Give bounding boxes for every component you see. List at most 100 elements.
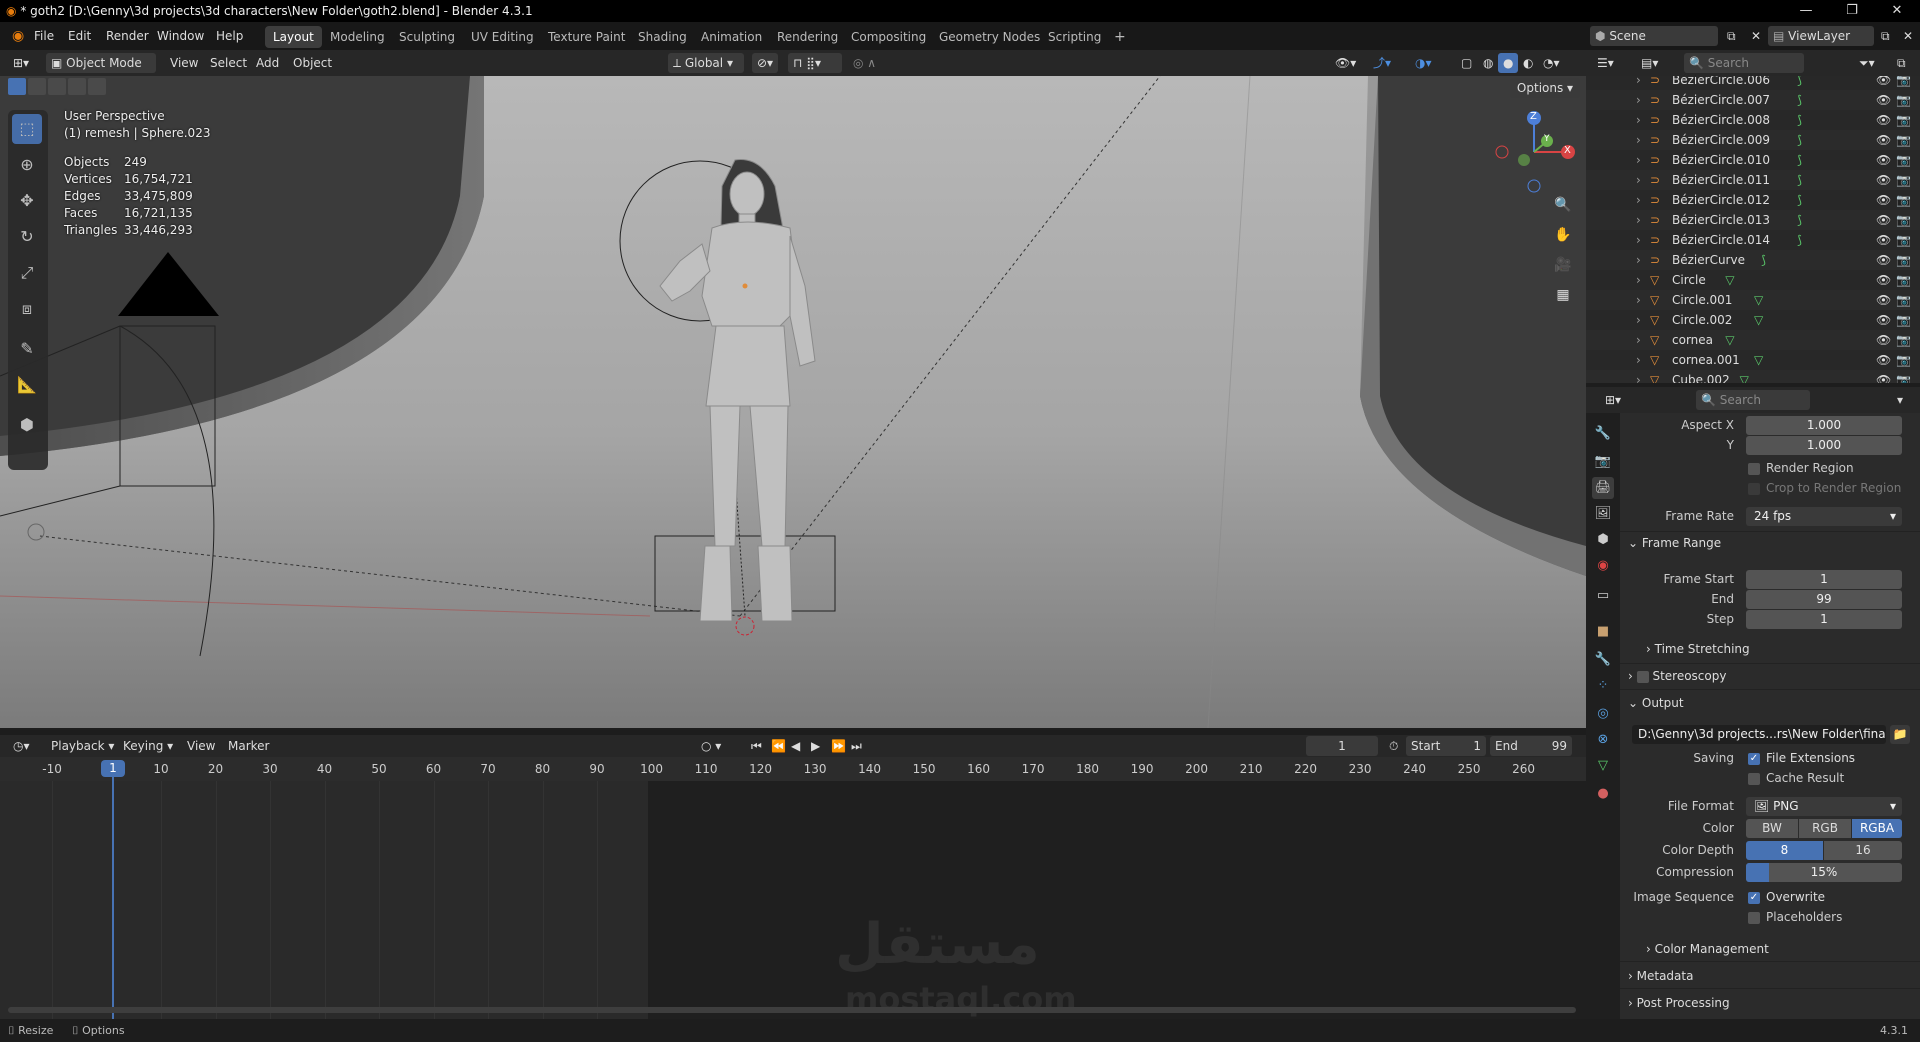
new-scene-icon[interactable]: ⧉: [1722, 26, 1741, 46]
placeholders-checkbox[interactable]: [1748, 912, 1760, 924]
metadata-header[interactable]: › Metadata: [1628, 969, 1693, 983]
outliner-row[interactable]: › ⊃ BézierCircle.008 ⟆ 👁 📷: [1586, 110, 1920, 130]
visibility-eye-icon[interactable]: 👁: [1876, 210, 1891, 230]
new-view-layer-icon[interactable]: ⧉: [1876, 26, 1895, 46]
visibility-eye-icon[interactable]: 👁: [1876, 310, 1891, 330]
color-depth-16-option[interactable]: 16: [1824, 841, 1902, 860]
jump-end-icon[interactable]: ⏭: [846, 736, 867, 756]
maximize-button[interactable]: ❐: [1829, 0, 1875, 22]
menu-playback[interactable]: Playback ▾: [46, 736, 119, 756]
outliner-row[interactable]: › ⊃ BézierCircle.010 ⟆ 👁 📷: [1586, 150, 1920, 170]
expand-chevron-icon[interactable]: ›: [1636, 90, 1641, 110]
tab-sculpting[interactable]: Sculpting: [391, 26, 463, 48]
delete-view-layer-icon[interactable]: ✕: [1898, 26, 1918, 46]
render-camera-icon[interactable]: 📷: [1896, 76, 1911, 90]
cache-result-checkbox[interactable]: [1748, 773, 1760, 785]
add-workspace-button[interactable]: +: [1106, 26, 1134, 48]
physics-tab-icon[interactable]: ◎: [1592, 703, 1614, 725]
visibility-eye-icon[interactable]: 👁: [1876, 250, 1891, 270]
outliner-item-name[interactable]: cornea.001: [1672, 350, 1740, 370]
render-camera-icon[interactable]: 📷: [1896, 130, 1911, 150]
outliner-row[interactable]: › ⊃ BézierCircle.006 ⟆ 👁 📷: [1586, 76, 1920, 90]
outliner-row[interactable]: › ⊃ BézierCircle.014 ⟆ 👁 📷: [1586, 230, 1920, 250]
render-camera-icon[interactable]: 📷: [1896, 370, 1911, 383]
compression-slider[interactable]: 15%: [1746, 863, 1902, 882]
frame-step-field[interactable]: 1: [1746, 610, 1902, 629]
time-stretching-header[interactable]: › Time Stretching: [1646, 642, 1750, 656]
render-region-checkbox[interactable]: [1748, 463, 1760, 475]
tab-layout[interactable]: Layout: [265, 26, 322, 48]
render-camera-icon[interactable]: 📷: [1896, 190, 1911, 210]
mesh-data-icon[interactable]: ▽: [1754, 350, 1763, 370]
visibility-eye-icon[interactable]: 👁: [1876, 110, 1891, 130]
visibility-eye-icon[interactable]: 👁: [1876, 130, 1891, 150]
render-tab-icon[interactable]: 📷: [1592, 451, 1614, 473]
properties-editor-type-icon[interactable]: ⊞▾: [1600, 390, 1626, 410]
render-camera-icon[interactable]: 📷: [1896, 270, 1911, 290]
outliner-row[interactable]: › ⊃ BézierCurve ⟆ 👁 📷: [1586, 250, 1920, 270]
frame-range-header[interactable]: ⌄ Frame Range: [1628, 536, 1721, 550]
measure-tool-icon[interactable]: 📐: [12, 370, 42, 400]
object-mode-dropdown[interactable]: ▣ Object Mode ▾: [46, 53, 156, 90]
close-button[interactable]: ✕: [1874, 0, 1920, 22]
render-camera-icon[interactable]: 📷: [1896, 290, 1911, 310]
world-tab-icon[interactable]: ◉: [1592, 555, 1614, 577]
output-path-field[interactable]: D:\Genny\3d projects...rs\New Folder\fin…: [1632, 725, 1886, 744]
render-camera-icon[interactable]: 📷: [1896, 170, 1911, 190]
tab-compositing[interactable]: Compositing: [843, 26, 934, 48]
expand-chevron-icon[interactable]: ›: [1636, 210, 1641, 230]
auto-keying-icon[interactable]: ○ ▾: [696, 736, 726, 756]
tab-animation[interactable]: Animation: [693, 26, 770, 48]
modifier-tab-icon[interactable]: 🔧: [1592, 649, 1614, 671]
tab-geometry-nodes[interactable]: Geometry Nodes: [931, 26, 1048, 48]
expand-chevron-icon[interactable]: ›: [1636, 170, 1641, 190]
menu-timeline-view[interactable]: View: [182, 736, 220, 756]
crop-region-checkbox[interactable]: [1748, 483, 1760, 495]
properties-options-icon[interactable]: ▾: [1892, 390, 1908, 410]
cursor-tool-icon[interactable]: ⊕: [12, 150, 42, 180]
output-tab-icon[interactable]: 🖨: [1592, 477, 1614, 499]
snap-icon[interactable]: ⊓ ⣿▾: [788, 53, 842, 73]
outliner-editor-type-icon[interactable]: ☰▾: [1592, 53, 1619, 73]
select-intersect-icon[interactable]: [88, 78, 106, 95]
3d-viewport[interactable]: User Perspective (1) remesh | Sphere.023…: [0, 76, 1586, 728]
menu-help[interactable]: Help: [210, 22, 249, 50]
expand-chevron-icon[interactable]: ›: [1636, 310, 1641, 330]
tab-modeling[interactable]: Modeling: [322, 26, 393, 48]
shading-rendered-icon[interactable]: ◔▾: [1538, 53, 1565, 73]
expand-chevron-icon[interactable]: ›: [1636, 190, 1641, 210]
menu-keying[interactable]: Keying ▾: [118, 736, 178, 756]
curve-data-icon[interactable]: ⟆: [1797, 210, 1802, 230]
mesh-data-icon[interactable]: ▽: [1754, 310, 1763, 330]
xray-toggle-icon[interactable]: ▢: [1456, 53, 1477, 73]
playhead-frame-badge[interactable]: 1: [101, 760, 125, 777]
view-layer-tab-icon[interactable]: 🖼: [1592, 503, 1614, 525]
aspect-y-field[interactable]: 1.000: [1746, 436, 1902, 455]
expand-chevron-icon[interactable]: ›: [1636, 270, 1641, 290]
navigation-gizmo[interactable]: Z X Y: [1488, 106, 1578, 196]
output-header[interactable]: ⌄ Output: [1628, 696, 1684, 710]
editor-type-icon[interactable]: ⊞▾: [8, 53, 34, 73]
current-frame-field[interactable]: 1: [1306, 736, 1378, 756]
mesh-data-icon[interactable]: ▽: [1740, 370, 1749, 383]
curve-data-icon[interactable]: ⟆: [1797, 150, 1802, 170]
outliner-item-name[interactable]: BézierCurve: [1672, 250, 1745, 270]
render-camera-icon[interactable]: 📷: [1896, 230, 1911, 250]
menu-edit[interactable]: Edit: [62, 22, 97, 50]
camera-view-icon[interactable]: 🎥: [1550, 252, 1576, 278]
mesh-data-icon[interactable]: ▽: [1754, 290, 1763, 310]
scene-selector[interactable]: ⬢ Scene: [1590, 26, 1718, 46]
options-dropdown[interactable]: Options ▾: [1510, 78, 1580, 98]
curve-data-icon[interactable]: ⟆: [1761, 250, 1766, 270]
expand-chevron-icon[interactable]: ›: [1636, 130, 1641, 150]
outliner-item-name[interactable]: BézierCircle.007: [1672, 90, 1770, 110]
expand-chevron-icon[interactable]: ›: [1636, 230, 1641, 250]
visibility-eye-icon[interactable]: 👁: [1876, 290, 1891, 310]
mesh-data-icon[interactable]: ▽: [1725, 270, 1734, 290]
curve-data-icon[interactable]: ⟆: [1797, 190, 1802, 210]
menu-marker[interactable]: Marker: [223, 736, 274, 756]
visibility-eye-icon[interactable]: 👁: [1876, 90, 1891, 110]
menu-file[interactable]: File: [28, 22, 60, 50]
select-new-icon[interactable]: [8, 78, 26, 95]
frame-ruler[interactable]: -10 10 20 30 40 50 60 70 80 90 100 110 120 130 140 150 1…: [0, 757, 1586, 781]
